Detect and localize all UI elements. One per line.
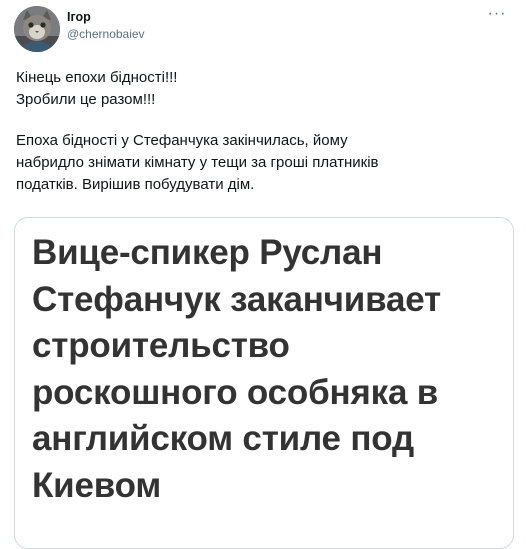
- tweet-text-line: податків. Вирішив побудувати дім.: [16, 176, 255, 193]
- headline-line: Киевом: [32, 465, 162, 505]
- tweet-text-line: Зробили це разом!!!: [16, 91, 156, 108]
- more-dots-icon: ···: [487, 5, 507, 22]
- headline-line: роскошного особняка в: [32, 372, 439, 412]
- tweet-text-line: набридло знімати кімнату у тещи за гроші…: [16, 154, 379, 171]
- more-options-button[interactable]: ···: [484, 6, 510, 26]
- media-card[interactable]: Вице-спикер Руслан Стефанчук заканчивает…: [14, 217, 514, 549]
- avatar[interactable]: [14, 6, 60, 52]
- author-handle[interactable]: @chernobaiev: [67, 27, 145, 41]
- tweet: Ігор @chernobaiev ··· Кінець епохи бідно…: [0, 0, 526, 549]
- headline-line: строительство: [32, 326, 290, 365]
- media-headline: Вице-спикер Руслан Стефанчук заканчивает…: [32, 230, 512, 509]
- headline-line: английском стиле под: [32, 419, 414, 458]
- tweet-text-line: Кінець епохи бідності!!!: [16, 69, 178, 86]
- headline-line: Вице-спикер Руслан: [32, 233, 383, 272]
- cat-avatar-icon: [14, 6, 60, 52]
- tweet-text-line: Епоха бідності у Стефанчука закінчилась,…: [16, 132, 348, 149]
- author-name[interactable]: Ігор: [67, 10, 91, 24]
- headline-line: Стефанчук заканчивает: [32, 279, 441, 319]
